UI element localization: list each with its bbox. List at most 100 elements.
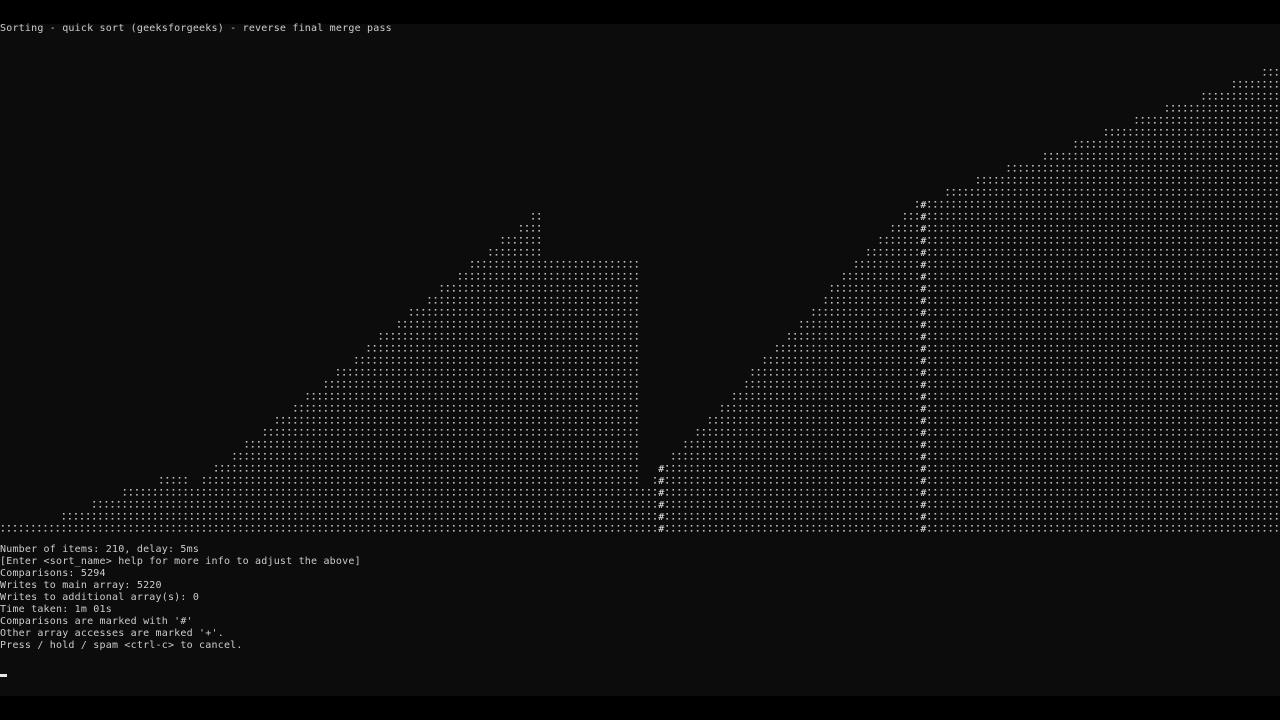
bar-cell bbox=[312, 477, 315, 484]
bar-cell bbox=[562, 405, 565, 412]
bar-cell bbox=[1275, 393, 1278, 400]
bar-cell bbox=[1154, 465, 1156, 472]
bar-cell bbox=[1068, 165, 1071, 172]
bar-cell bbox=[843, 453, 845, 460]
bar-cell bbox=[709, 489, 711, 496]
bar-cell bbox=[916, 249, 918, 256]
bar-cell bbox=[1233, 345, 1235, 352]
bar-cell bbox=[1269, 465, 1272, 472]
bar-cell bbox=[770, 357, 772, 364]
bar-cell bbox=[1135, 201, 1138, 208]
bar-cell bbox=[617, 477, 620, 484]
bar-cell bbox=[587, 513, 589, 520]
bar-cell bbox=[830, 525, 833, 532]
bar-cell bbox=[1275, 405, 1278, 412]
bar-cell bbox=[678, 513, 681, 520]
bar-cell bbox=[989, 309, 992, 316]
bar-cell bbox=[812, 489, 815, 496]
text-cursor[interactable] bbox=[0, 674, 7, 677]
bar-cell bbox=[1172, 201, 1174, 208]
bar-cell bbox=[453, 405, 455, 412]
bar-cell bbox=[995, 273, 998, 280]
bar-cell bbox=[904, 441, 906, 448]
bar-cell bbox=[1105, 417, 1107, 424]
bar-cell bbox=[806, 357, 809, 364]
bar-cell bbox=[544, 465, 547, 472]
bar-cell bbox=[958, 297, 961, 304]
bar-cell bbox=[916, 213, 918, 220]
bar-cell bbox=[459, 333, 461, 340]
bar-cell bbox=[1086, 381, 1089, 388]
bar-cell bbox=[538, 489, 540, 496]
bar-cell bbox=[1135, 465, 1138, 472]
bar-cell bbox=[361, 453, 364, 460]
bar-cell bbox=[1208, 225, 1211, 232]
bar-cell bbox=[879, 321, 882, 328]
terminal-window[interactable]: Sorting - quick sort (geeksforgeeks) - r… bbox=[0, 0, 1280, 720]
bar-cell bbox=[690, 525, 693, 532]
bar-cell bbox=[812, 381, 815, 388]
bar-cell bbox=[940, 309, 943, 316]
bar-cell bbox=[361, 381, 364, 388]
bar-cell bbox=[1184, 309, 1187, 316]
bar-cell bbox=[312, 405, 315, 412]
bar-cell bbox=[1056, 321, 1059, 328]
bar-cell bbox=[1257, 141, 1260, 148]
bar-cell bbox=[593, 261, 595, 268]
bar-cell bbox=[1056, 249, 1059, 256]
bar-cell bbox=[1202, 117, 1205, 124]
bar-cell bbox=[745, 417, 748, 424]
bar-cell bbox=[367, 357, 370, 364]
bar-cell bbox=[1105, 357, 1107, 364]
bar-cell bbox=[1074, 261, 1077, 268]
bar-cell bbox=[1184, 177, 1187, 184]
bar-cell bbox=[465, 321, 467, 328]
bar-cell bbox=[1123, 189, 1126, 196]
bar-cell bbox=[934, 429, 937, 436]
bar-cell bbox=[1245, 501, 1248, 508]
bar-cell bbox=[1233, 297, 1235, 304]
bar-cell bbox=[830, 369, 833, 376]
bar-cell bbox=[812, 465, 815, 472]
bar-cell bbox=[459, 273, 461, 280]
bar-cell bbox=[62, 525, 65, 532]
bar-cell bbox=[965, 393, 967, 400]
bar-cell bbox=[446, 345, 449, 352]
bar-cell bbox=[800, 525, 803, 532]
bar-cell bbox=[587, 393, 589, 400]
bar-cell bbox=[1141, 393, 1144, 400]
bar-cell bbox=[520, 285, 522, 292]
bar-cell bbox=[355, 477, 358, 484]
bar-cell bbox=[1208, 369, 1211, 376]
bar-cell bbox=[1184, 249, 1187, 256]
bar-cell bbox=[574, 489, 577, 496]
bar-cell bbox=[373, 429, 376, 436]
bar-cell bbox=[910, 453, 912, 460]
bar-cell bbox=[898, 393, 900, 400]
bar-cell bbox=[983, 417, 985, 424]
bar-cell bbox=[1263, 117, 1266, 124]
bar-cell bbox=[910, 237, 912, 244]
bar-cell bbox=[489, 417, 492, 424]
bar-cell bbox=[1190, 297, 1193, 304]
bar-cell bbox=[995, 417, 998, 424]
bar-cell bbox=[952, 405, 955, 412]
bar-cell bbox=[392, 417, 394, 424]
bar-cell bbox=[1214, 105, 1217, 112]
bar-cell bbox=[483, 501, 486, 508]
bar-cell bbox=[398, 369, 400, 376]
bar-cell bbox=[629, 357, 632, 364]
bar-cell bbox=[550, 333, 553, 340]
bar-cell bbox=[1214, 213, 1217, 220]
bar-cell bbox=[715, 513, 717, 520]
bar-cell bbox=[471, 273, 473, 280]
bar-cell bbox=[934, 405, 937, 412]
bar-cell bbox=[520, 261, 522, 268]
bar-cell bbox=[879, 525, 882, 532]
bar-cell bbox=[812, 525, 815, 532]
bar-cell bbox=[1135, 189, 1138, 196]
bar-cell bbox=[1208, 453, 1211, 460]
bar-cell bbox=[1202, 345, 1205, 352]
bar-cell bbox=[1032, 225, 1034, 232]
bar-cell bbox=[1141, 141, 1144, 148]
